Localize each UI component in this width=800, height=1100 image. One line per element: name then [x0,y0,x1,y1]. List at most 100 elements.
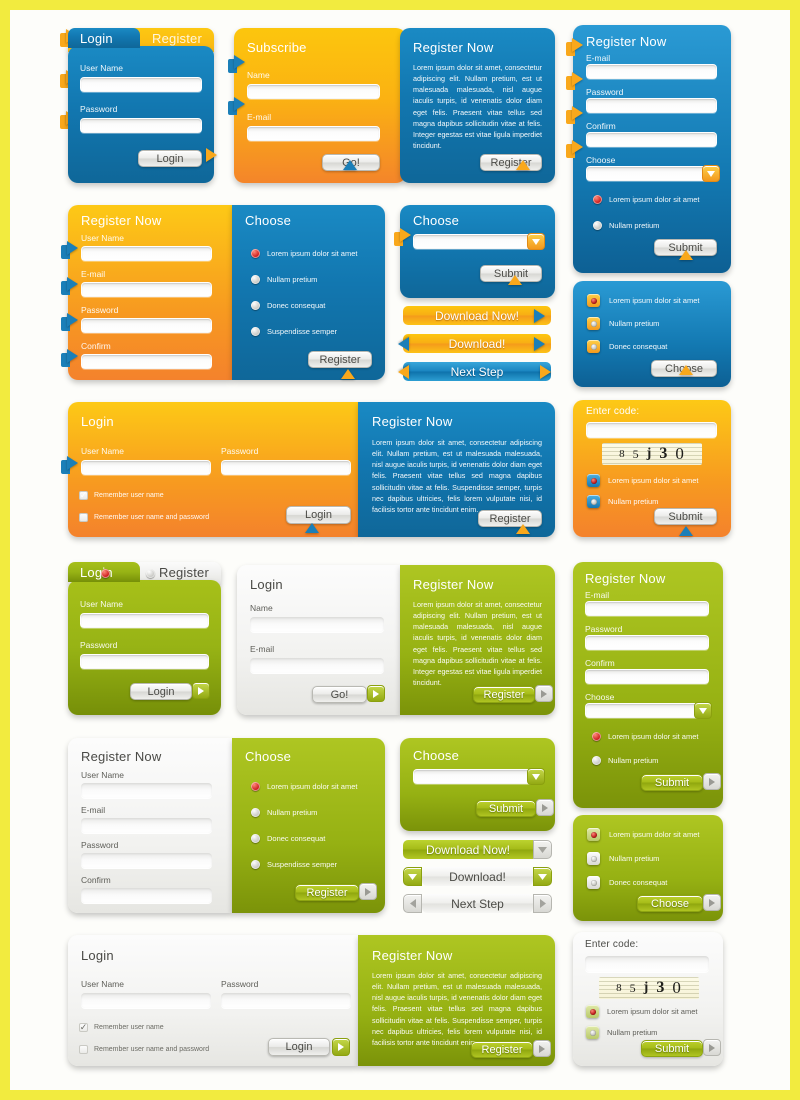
list-item[interactable]: Donec consequat [587,340,667,353]
input-password[interactable] [221,993,351,1008]
input-password[interactable] [81,853,212,868]
list-item[interactable]: Lorem ipsum dolor sit amet [587,828,699,841]
register-button[interactable]: Register [471,1041,533,1058]
radio-option[interactable]: Lorem ipsum dolor sit amet [251,249,357,258]
register-button[interactable]: Register [478,510,542,527]
chevron-right-icon[interactable] [359,883,377,900]
radio-option[interactable]: Nullam pretium [593,221,659,230]
radio-option[interactable]: Donec consequat [251,834,325,843]
chevron-down-icon[interactable] [533,867,552,886]
list-item[interactable]: Nullam pretium [587,852,659,865]
chevron-right-icon[interactable] [533,1040,551,1057]
input-name[interactable] [250,617,384,632]
chevron-down-icon[interactable] [702,165,720,182]
input-password[interactable] [585,635,709,650]
login-button[interactable]: Login [286,506,351,524]
input-user-name[interactable] [81,246,212,261]
input-user-name[interactable] [80,613,209,628]
submit-button[interactable]: Submit [476,800,536,817]
input-captcha[interactable] [586,422,717,438]
input-email[interactable] [585,601,709,616]
input-user-name[interactable] [81,993,211,1008]
tab-login-blue[interactable]: Login [68,28,140,48]
chevron-right-icon[interactable] [332,1038,350,1056]
download-button-green[interactable]: Download! [422,867,533,886]
select-choose[interactable] [586,166,717,181]
radio-option[interactable]: Nullam pretium [251,808,317,817]
submit-button[interactable]: Submit [641,774,703,791]
input-email[interactable] [250,658,384,673]
input-user-name[interactable] [81,783,212,798]
radio-option[interactable]: Lorem ipsum dolor sit amet [592,732,698,741]
list-item[interactable]: Lorem ipsum dolor sit amet [586,1005,697,1018]
input-confirm[interactable] [81,354,212,369]
select-choose[interactable] [585,703,709,718]
radio-option[interactable]: Nullam pretium [251,275,317,284]
submit-button[interactable]: Submit [654,508,717,525]
input-email[interactable] [81,282,212,297]
chevron-right-icon[interactable] [703,773,721,790]
input-confirm[interactable] [81,888,212,903]
list-item[interactable]: Donec consequat [587,876,667,889]
chevron-right-icon[interactable] [536,799,554,816]
download-button[interactable]: Download! [403,334,551,353]
register-button[interactable]: Register [295,884,359,901]
radio-option[interactable]: Suspendisse semper [251,860,337,869]
checkbox-remember-both[interactable]: Remember user name and password [79,1045,209,1054]
input-password[interactable] [81,318,212,333]
chevron-right-icon[interactable] [535,685,553,702]
radio-option[interactable]: Donec consequat [251,301,325,310]
chevron-left-icon[interactable] [403,894,422,913]
tab-register-blue[interactable]: Register [140,28,214,48]
chevron-down-icon[interactable] [527,233,545,250]
list-item[interactable]: Lorem ipsum dolor sit amet [587,474,698,487]
download-now-button-green[interactable]: Download Now! [403,840,533,859]
chevron-down-icon[interactable] [527,768,545,785]
input-email[interactable] [586,64,717,79]
input-user-name[interactable] [81,460,211,475]
input-password[interactable] [586,98,717,113]
chevron-right-icon[interactable] [703,1039,721,1056]
login-button[interactable]: Login [130,683,192,700]
chevron-right-icon[interactable] [703,894,721,911]
input-email[interactable] [81,818,212,833]
next-step-button[interactable]: Next Step [403,362,551,381]
register-button[interactable]: Register [308,351,372,368]
input-name[interactable] [247,84,380,99]
input-email[interactable] [247,126,380,141]
select-choose[interactable] [413,769,542,784]
input-password[interactable] [80,654,209,669]
input-confirm[interactable] [585,669,709,684]
list-item[interactable]: Nullam pretium [587,495,658,508]
chevron-down-icon[interactable] [533,840,552,859]
list-item[interactable]: Nullam pretium [586,1026,657,1039]
radio-option[interactable]: Suspendisse semper [251,327,337,336]
input-password[interactable] [221,460,351,475]
chevron-down-icon[interactable] [694,702,712,719]
register-button[interactable]: Register [473,686,535,703]
login-button[interactable]: Login [268,1038,330,1056]
radio-option[interactable]: Lorem ipsum dolor sit amet [251,782,357,791]
next-step-button-green[interactable]: Next Step [422,894,533,913]
input-user-name[interactable] [80,77,202,92]
list-item[interactable]: Nullam pretium [587,317,659,330]
input-captcha[interactable] [585,956,709,972]
login-button[interactable]: Login [138,150,202,167]
go-button[interactable]: Go! [312,686,367,703]
select-choose[interactable] [413,234,542,249]
checkbox-remember-user[interactable]: ✓ Remember user name [79,1023,164,1032]
chevron-right-icon[interactable] [367,685,385,702]
chevron-right-icon[interactable] [533,894,552,913]
chevron-down-icon[interactable] [403,867,422,886]
checkbox-remember-both[interactable]: Remember user name and password [79,513,209,522]
list-item[interactable]: Lorem ipsum dolor sit amet [587,294,699,307]
input-password[interactable] [80,118,202,133]
chevron-right-icon[interactable] [192,682,210,699]
download-now-button[interactable]: Download Now! [403,306,551,325]
register-button[interactable]: Register [480,154,542,171]
input-confirm[interactable] [586,132,717,147]
radio-option[interactable]: Nullam pretium [592,756,658,765]
choose-button[interactable]: Choose [637,895,703,912]
radio-option[interactable]: Lorem ipsum dolor sit amet [593,195,699,204]
checkbox-remember-user[interactable]: ✓ Remember user name [79,491,164,500]
